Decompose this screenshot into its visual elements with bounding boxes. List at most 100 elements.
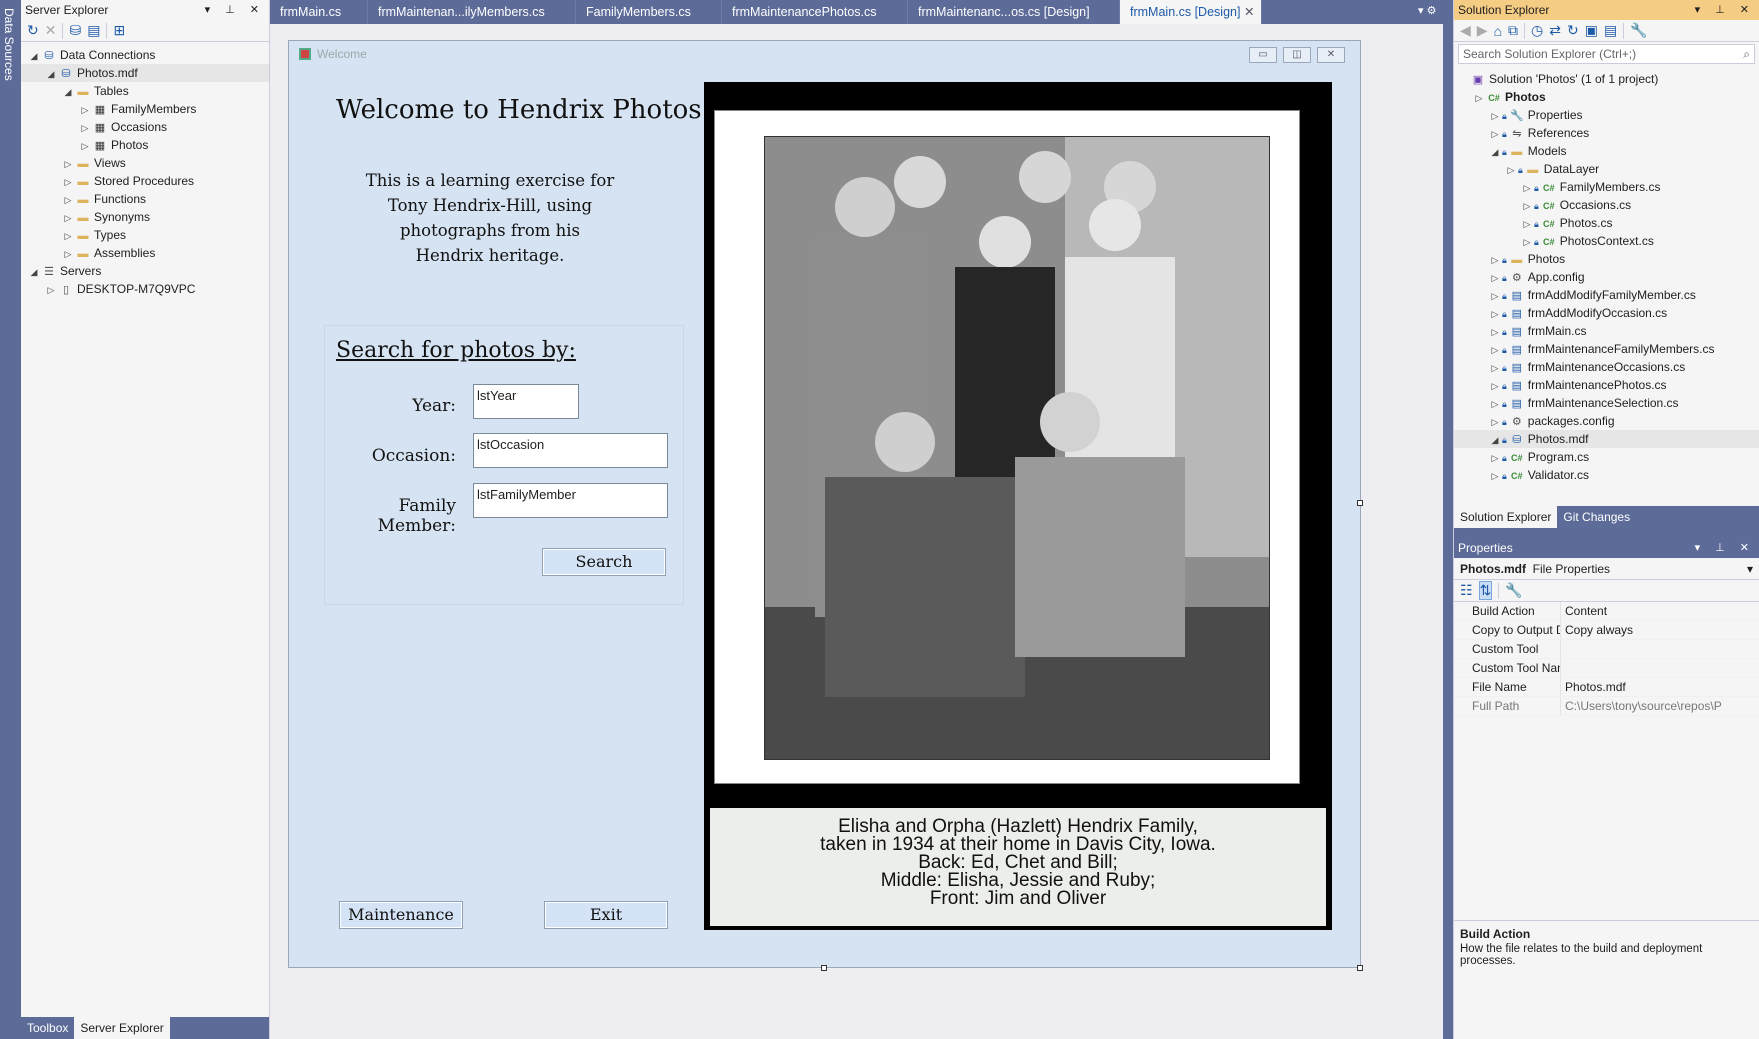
property-value[interactable]: Copy always [1560,621,1759,639]
property-row[interactable]: Custom Tool [1454,640,1759,659]
connect-server-icon[interactable]: ▤ [87,22,100,39]
property-row[interactable]: Build Action Content [1454,602,1759,621]
tree-item[interactable]: ▷ ▯ DESKTOP-M7Q9VPC [21,280,269,298]
tree-item[interactable]: ▷ ▬ Views [21,154,269,172]
solution-search-input[interactable]: Search Solution Explorer (Ctrl+;) ⌕ [1458,44,1755,64]
search-button[interactable]: Search [542,548,666,576]
expand-arrow-icon[interactable]: ▷ [1488,395,1502,413]
tree-item[interactable]: ◢ 🔒︎ ▬ Models [1454,142,1759,160]
tab-server-explorer[interactable]: Server Explorer [74,1017,170,1039]
property-value[interactable]: Photos.mdf [1560,678,1759,696]
connect-azure-icon[interactable]: ⊞ [113,22,125,39]
tab-overflow-icon[interactable]: ▾ ⚙ [1418,4,1436,17]
expand-arrow-icon[interactable]: ▷ [78,101,92,119]
tree-item[interactable]: ▷ 🔒︎ ▤ frmMaintenancePhotos.cs [1454,376,1759,394]
expand-arrow-icon[interactable]: ▷ [61,245,75,263]
forward-icon[interactable]: ▶ [1477,22,1488,39]
expand-arrow-icon[interactable]: ◢ [44,65,58,83]
close-tab-icon[interactable]: ✕ [1244,5,1254,19]
expand-arrow-icon[interactable]: ▷ [1488,449,1502,467]
tree-item[interactable]: ◢ ▬ Tables [21,82,269,100]
connect-database-icon[interactable]: ⛁ [69,22,81,39]
expand-arrow-icon[interactable]: ▷ [1520,215,1534,233]
tree-item[interactable]: ▷ 🔒︎ ▬ DataLayer [1454,160,1759,178]
tree-item[interactable]: ▣ Solution 'Photos' (1 of 1 project) [1454,70,1759,88]
expand-arrow-icon[interactable]: ▷ [61,173,75,191]
maintenance-button[interactable]: Maintenance [339,901,463,929]
tree-item[interactable]: ▷ 🔒︎ 🔧 Properties [1454,106,1759,124]
maximize-icon[interactable]: ◫ [1283,47,1311,63]
property-row[interactable]: File Name Photos.mdf [1454,678,1759,697]
tree-item[interactable]: ▷ 🔒︎ C# Photos.cs [1454,214,1759,232]
home-icon[interactable]: ⌂ [1494,23,1502,39]
categorized-icon[interactable]: ☷ [1460,582,1473,599]
tree-item[interactable]: ▷ ▦ Photos [21,136,269,154]
data-sources-label[interactable]: Data Sources [2,8,16,81]
expand-arrow-icon[interactable]: ▷ [78,119,92,137]
tree-item[interactable]: ▷ C# Photos [1454,88,1759,106]
expand-arrow-icon[interactable]: ▷ [1488,341,1502,359]
pending-changes-icon[interactable]: ◷ [1531,22,1543,39]
expand-arrow-icon[interactable]: ▷ [1488,377,1502,395]
expand-arrow-icon[interactable]: ▷ [1488,323,1502,341]
tree-item[interactable]: ▷ ▬ Assemblies [21,244,269,262]
tree-item[interactable]: ▷ 🔒︎ ▬ Photos [1454,250,1759,268]
expand-arrow-icon[interactable]: ▷ [1472,89,1486,107]
exit-button[interactable]: Exit [544,901,668,929]
expand-arrow-icon[interactable]: ▷ [61,191,75,209]
expand-arrow-icon[interactable]: ▷ [1488,269,1502,287]
minimize-icon[interactable]: ▭ [1249,47,1277,63]
tree-item[interactable]: ▷ 🔒︎ ▤ frmAddModifyFamilyMember.cs [1454,286,1759,304]
tree-item[interactable]: ▷ ▬ Synonyms [21,208,269,226]
doc-tab[interactable]: frmMaintenan...ilyMembers.cs [368,0,576,24]
expand-arrow-icon[interactable]: ▷ [1504,161,1518,179]
property-value[interactable]: Content [1560,602,1759,620]
panel-controls[interactable]: ▾ ⊥ ✕ [205,0,265,20]
tree-item[interactable]: ▷ 🔒︎ C# Validator.cs [1454,466,1759,484]
expand-arrow-icon[interactable]: ▷ [1488,413,1502,431]
expand-arrow-icon[interactable]: ▷ [1520,233,1534,251]
tree-item[interactable]: ▷ 🔒︎ ▤ frmMaintenanceOccasions.cs [1454,358,1759,376]
property-value[interactable]: C:\Users\tony\source\repos\P [1560,697,1759,715]
panel-controls[interactable]: ▾ ⊥ ✕ [1695,538,1755,558]
tree-item[interactable]: ◢ 🔒︎ ⛁ Photos.mdf [1454,430,1759,448]
tree-item[interactable]: ▷ 🔒︎ ▤ frmMain.cs [1454,322,1759,340]
expand-arrow-icon[interactable]: ▷ [61,209,75,227]
alphabetical-icon[interactable]: ⇅ [1478,581,1493,600]
tree-item[interactable]: ▷ ▦ Occasions [21,118,269,136]
expand-arrow-icon[interactable]: ▷ [1488,305,1502,323]
tree-item[interactable]: ▷ 🔒︎ C# FamilyMembers.cs [1454,178,1759,196]
close-icon[interactable]: ✕ [1317,47,1345,63]
tree-item[interactable]: ▷ 🔒︎ ⇋ References [1454,124,1759,142]
family-member-listbox[interactable]: lstFamilyMember [473,483,668,518]
property-value[interactable] [1560,659,1759,677]
tree-item[interactable]: ▷ 🔒︎ ▤ frmMaintenanceFamilyMembers.cs [1454,340,1759,358]
tree-item[interactable]: ▷ 🔒︎ C# PhotosContext.cs [1454,232,1759,250]
expand-arrow-icon[interactable]: ▷ [1488,359,1502,377]
year-listbox[interactable]: lstYear [473,384,579,419]
resize-handle[interactable] [1357,965,1363,971]
tree-item[interactable]: ◢ ☰ Servers [21,262,269,280]
tree-item[interactable]: ▷ ▬ Stored Procedures [21,172,269,190]
expand-arrow-icon[interactable]: ▷ [1488,251,1502,269]
property-row[interactable]: Custom Tool Name [1454,659,1759,678]
tree-item[interactable]: ▷ ▬ Types [21,226,269,244]
refresh-icon[interactable]: ↻ [27,22,39,39]
tree-item[interactable]: ◢ ⛁ Photos.mdf [21,64,269,82]
chevron-down-icon[interactable]: ▾ [1747,558,1753,580]
sync-icon[interactable]: ⇄ [1549,22,1561,39]
tree-item[interactable]: ▷ 🔒︎ ▤ frmAddModifyOccasion.cs [1454,304,1759,322]
expand-arrow-icon[interactable]: ▷ [1520,197,1534,215]
tree-item[interactable]: ▷ 🔒︎ ▤ frmMaintenanceSelection.cs [1454,394,1759,412]
property-pages-icon[interactable]: 🔧 [1505,582,1522,599]
back-icon[interactable]: ◀ [1460,22,1471,39]
resize-handle[interactable] [1357,500,1363,506]
tree-item[interactable]: ▷ ▬ Functions [21,190,269,208]
tab-git-changes[interactable]: Git Changes [1557,506,1636,528]
property-row[interactable]: Copy to Output DirCopy always [1454,621,1759,640]
doc-tab[interactable]: frmMaintenanc...os.cs [Design] [908,0,1120,24]
search-icon[interactable]: ⌕ [1743,45,1750,63]
tree-item[interactable]: ▷ 🔒︎ C# Occasions.cs [1454,196,1759,214]
show-all-files-icon[interactable]: ▤ [1604,22,1617,39]
expand-arrow-icon[interactable]: ▷ [61,227,75,245]
